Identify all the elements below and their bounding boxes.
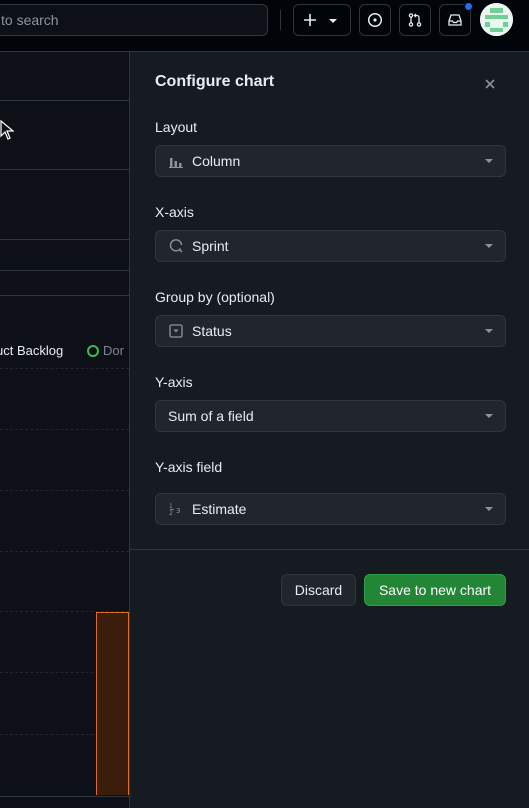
gridline	[0, 429, 129, 430]
legend-item-done: Dor	[87, 343, 124, 358]
group-by-select[interactable]: Status	[155, 315, 506, 347]
divider	[0, 100, 129, 101]
panel-divider	[130, 549, 529, 550]
search-input[interactable]: to search	[0, 4, 268, 36]
caret-down-icon	[485, 507, 493, 511]
top-bar: to search	[0, 0, 529, 52]
svg-text:1: 1	[169, 503, 173, 510]
number-icon: 123	[168, 501, 184, 517]
y-axis-select[interactable]: Sum of a field	[155, 400, 506, 432]
caret-down-icon	[485, 159, 493, 163]
notification-dot	[464, 2, 473, 11]
panel-title: Configure chart	[155, 73, 275, 90]
gridline	[0, 490, 129, 491]
mouse-cursor-icon	[0, 120, 14, 140]
close-button[interactable]	[480, 74, 500, 94]
divider	[0, 169, 129, 170]
caret-down-icon	[485, 329, 493, 333]
x-axis-select[interactable]: Sprint	[155, 230, 506, 262]
y-axis-field-value: Estimate	[192, 501, 247, 517]
gridline	[0, 551, 129, 552]
y-axis-label: Y-axis	[155, 374, 193, 390]
close-icon	[485, 79, 495, 89]
group-by-label: Group by (optional)	[155, 289, 275, 305]
legend-item-product-backlog: uct Backlog	[0, 343, 64, 358]
inbox-button[interactable]	[439, 2, 473, 36]
pull-requests-button[interactable]	[399, 4, 431, 36]
y-axis-field-select[interactable]: 123 Estimate	[155, 493, 506, 525]
background-content: uct Backlog Dor	[0, 52, 129, 808]
svg-text:3: 3	[176, 507, 180, 515]
y-axis-field-label: Y-axis field	[155, 459, 223, 475]
divider	[0, 239, 129, 240]
column-chart-icon	[168, 153, 184, 169]
plus-icon	[304, 14, 316, 26]
x-axis-label: X-axis	[155, 204, 194, 220]
divider	[0, 270, 129, 271]
group-by-value: Status	[192, 323, 232, 339]
pull-request-icon	[408, 13, 422, 27]
legend-label: Dor	[103, 343, 124, 358]
layout-select[interactable]: Column	[155, 145, 506, 177]
svg-text:2: 2	[169, 510, 173, 516]
chart-baseline	[0, 796, 129, 797]
inbox-icon	[448, 14, 462, 26]
header-divider	[280, 10, 281, 30]
save-to-new-chart-button[interactable]: Save to new chart	[364, 574, 506, 606]
configure-chart-panel: Configure chart Layout Column X-axis Spr…	[129, 52, 529, 808]
x-axis-value: Sprint	[192, 238, 229, 254]
issues-button[interactable]	[359, 4, 391, 36]
gridline	[0, 368, 129, 369]
create-new-button[interactable]	[293, 4, 351, 36]
caret-down-icon	[485, 414, 493, 418]
status-done-icon	[87, 344, 99, 357]
discard-button[interactable]: Discard	[281, 574, 356, 606]
layout-value: Column	[192, 153, 241, 169]
layout-label: Layout	[155, 119, 198, 135]
iteration-icon	[168, 238, 184, 254]
chevron-down-icon	[329, 19, 337, 23]
divider	[0, 295, 129, 296]
y-axis-value: Sum of a field	[168, 408, 254, 424]
chart-bar	[96, 612, 129, 795]
single-select-icon	[168, 323, 184, 339]
issue-icon	[367, 12, 383, 28]
caret-down-icon	[485, 244, 493, 248]
identicon-icon	[480, 3, 513, 36]
avatar[interactable]	[480, 3, 513, 36]
